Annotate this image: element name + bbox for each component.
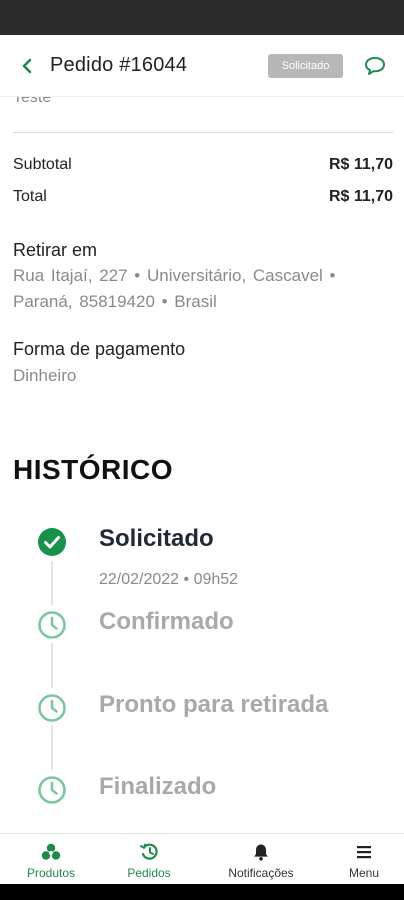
system-status-bar bbox=[0, 0, 404, 35]
payment-method: Dinheiro bbox=[13, 366, 77, 385]
clock-icon bbox=[38, 776, 66, 804]
item-note: Teste bbox=[13, 97, 52, 106]
nav-label: Pedidos bbox=[127, 866, 171, 880]
history-title: HISTÓRICO bbox=[13, 454, 174, 485]
chat-bubble-icon bbox=[365, 57, 385, 75]
total-label: Total bbox=[13, 188, 47, 205]
step-label: Finalizado bbox=[99, 773, 217, 800]
products-icon bbox=[41, 843, 61, 860]
nav-item-notificacoes[interactable]: Notificações bbox=[215, 834, 307, 885]
clock-icon bbox=[38, 694, 66, 722]
pickup-title: Retirar em bbox=[13, 240, 98, 260]
subtotal-label: Subtotal bbox=[13, 156, 72, 173]
step-date: 22/02/2022 • 09h52 bbox=[99, 571, 239, 588]
subtotal-value: R$ 11,70 bbox=[328, 156, 393, 173]
divider bbox=[13, 132, 393, 133]
nav-item-menu[interactable]: Menu bbox=[324, 834, 404, 885]
system-navigation-bar bbox=[0, 884, 404, 900]
subtotal-row: Subtotal R$ 11,70 bbox=[13, 156, 393, 174]
payment-title: Forma de pagamento bbox=[13, 339, 186, 359]
total-value: R$ 11,70 bbox=[328, 188, 393, 205]
app-header: Pedido #16044 Solicitado bbox=[0, 35, 404, 97]
timeline-connector bbox=[51, 561, 53, 605]
timeline-connector bbox=[51, 725, 53, 770]
total-row: Total R$ 11,70 bbox=[13, 188, 393, 206]
step-label: Confirmado bbox=[99, 608, 234, 635]
nav-label: Menu bbox=[348, 866, 380, 880]
nav-item-produtos[interactable]: Produtos bbox=[10, 834, 92, 885]
step-label: Pronto para retirada bbox=[99, 691, 329, 718]
hamburger-menu-icon bbox=[357, 846, 371, 859]
pickup-address: Rua Itajaí, 227 • Universitário, Cascave… bbox=[13, 266, 336, 311]
orders-history-icon bbox=[140, 843, 158, 860]
status-badge: Solicitado bbox=[268, 54, 343, 78]
order-details[interactable]: Teste Subtotal R$ 11,70 Total R$ 11,70 R… bbox=[0, 97, 404, 833]
nav-label: Produtos bbox=[26, 866, 76, 880]
back-button[interactable] bbox=[14, 53, 40, 79]
step-label: Solicitado bbox=[99, 525, 214, 552]
nav-label: Notificações bbox=[228, 866, 294, 880]
page-title: Pedido #16044 bbox=[50, 54, 188, 76]
nav-item-pedidos[interactable]: Pedidos bbox=[108, 834, 190, 885]
bell-icon bbox=[254, 844, 268, 861]
check-circle-icon bbox=[38, 528, 66, 556]
bottom-navigation: Produtos Pedidos Notificações Menu bbox=[0, 833, 404, 884]
chevron-left-icon bbox=[22, 58, 32, 74]
chat-button[interactable] bbox=[362, 53, 388, 79]
clock-icon bbox=[38, 611, 66, 639]
timeline-connector bbox=[51, 643, 53, 688]
